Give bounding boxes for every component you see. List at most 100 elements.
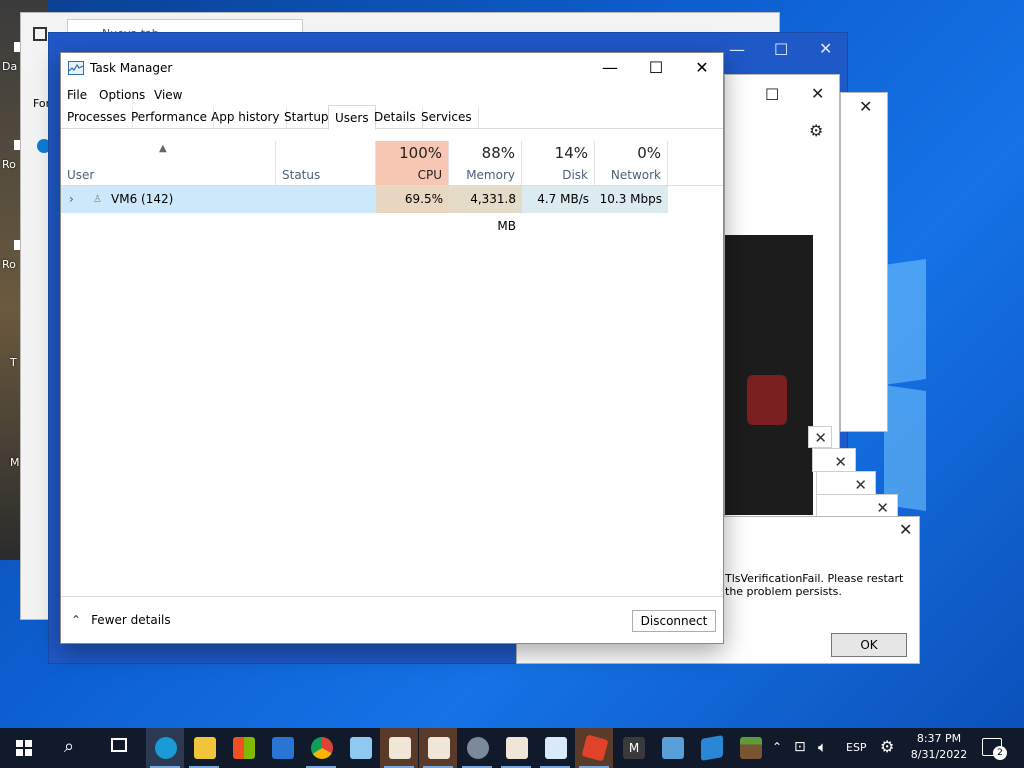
desktop-icon-label[interactable]: T (10, 356, 17, 369)
search-button[interactable]: ⌕ (52, 728, 90, 768)
chrome-icon (311, 737, 333, 759)
taskbar-store[interactable] (224, 728, 262, 768)
column-network[interactable]: 0% Network (595, 141, 668, 185)
network-total-percent: 0% (637, 144, 661, 162)
disk-total-percent: 14% (554, 144, 588, 162)
column-disk[interactable]: 14% Disk (522, 141, 595, 185)
column-memory-label: Memory (466, 168, 515, 182)
error-dialog-stacked[interactable]: ✕ (812, 448, 856, 472)
remote-desktop-icon (701, 735, 723, 761)
error-dialog-stacked[interactable]: ✕ (816, 471, 876, 495)
network-icon[interactable]: ⊡ (794, 739, 806, 768)
close-icon[interactable]: ✕ (811, 86, 824, 102)
column-status[interactable]: Status (276, 141, 376, 185)
error-message: the problem persists. (725, 585, 842, 598)
taskbar-task-manager[interactable] (536, 728, 574, 768)
column-memory[interactable]: 88% Memory (449, 141, 522, 185)
start-button[interactable] (4, 728, 42, 768)
edge-icon (155, 737, 177, 759)
error-dialog-stacked[interactable]: ✕ (808, 426, 832, 448)
taskbar-control-panel[interactable] (653, 728, 691, 768)
task-manager-icon (68, 61, 84, 75)
table-row[interactable]: › ♙ VM6 (142) 69.5% 4,331.8 MB 4.7 MB/s … (61, 186, 723, 233)
task-view-button[interactable] (100, 728, 138, 768)
close-icon[interactable]: ✕ (819, 41, 832, 57)
cpu-total-percent: 100% (399, 144, 442, 162)
desktop-icon-label[interactable]: Ro (2, 158, 16, 171)
control-panel-icon (662, 737, 684, 759)
memory-cell: 4,331.8 MB (449, 186, 522, 233)
close-icon[interactable]: ✕ (876, 499, 889, 517)
close-icon[interactable]: ✕ (834, 453, 847, 471)
background-window-edge[interactable]: ✕ (840, 92, 888, 432)
tab-processes[interactable]: Processes (61, 107, 134, 129)
column-user[interactable]: ▲ User (61, 141, 276, 185)
taskbar-settings[interactable] (458, 728, 496, 768)
error-message: TlsVerificationFail. Please restart (725, 572, 904, 585)
gear-icon[interactable]: ⚙ (880, 737, 894, 768)
column-user-label: User (67, 168, 95, 182)
close-icon[interactable]: ✕ (814, 429, 827, 447)
taskbar-mail[interactable] (263, 728, 301, 768)
disconnect-button[interactable]: Disconnect (632, 610, 716, 632)
desktop-icon-label[interactable]: M (10, 456, 20, 469)
task-manager-icon (545, 737, 567, 759)
title-bar[interactable]: Task Manager — ☐ ✕ (61, 53, 723, 85)
java-icon (506, 737, 528, 759)
maximize-icon[interactable]: ☐ (774, 42, 788, 58)
fewer-details-link[interactable]: ⌃ Fewer details (71, 613, 171, 627)
gear-icon[interactable]: ⚙ (809, 123, 823, 139)
user-icon: ♙ (93, 194, 102, 205)
close-icon[interactable]: ✕ (854, 476, 867, 494)
tab-services[interactable]: Services (415, 107, 479, 129)
clock[interactable]: 8:37 PM 8/31/2022 (908, 732, 970, 768)
taskbar-remote-desktop[interactable] (692, 728, 730, 768)
clock-date: 8/31/2022 (910, 748, 968, 761)
tab-startup[interactable]: Startup (278, 107, 336, 129)
notification-count-badge: 2 (993, 746, 1007, 760)
menu-options[interactable]: Options (93, 85, 151, 105)
taskbar-edge[interactable] (146, 728, 184, 768)
taskbar-chrome[interactable] (302, 728, 340, 768)
task-manager-window[interactable]: Task Manager — ☐ ✕ File Options View Pro… (60, 52, 724, 644)
notification-center-icon[interactable]: 2 (982, 738, 1007, 760)
column-status-label: Status (282, 168, 321, 182)
minecraft-icon (740, 737, 762, 759)
close-icon[interactable]: ✕ (899, 522, 912, 538)
taskbar-minecraft[interactable] (731, 728, 769, 768)
taskbar-java[interactable] (380, 728, 418, 768)
minimize-button[interactable]: — (587, 53, 633, 83)
desktop-icon-label[interactable]: Ro (2, 258, 16, 271)
taskbar-roblox[interactable] (575, 728, 613, 768)
sort-up-icon: ▲ (159, 143, 167, 154)
taskbar-java[interactable] (497, 728, 535, 768)
taskbar-m-app[interactable]: M (614, 728, 652, 768)
footer: ⌃ Fewer details Disconnect (61, 596, 723, 643)
taskbar-java[interactable] (419, 728, 457, 768)
tab-app-history[interactable]: App history (205, 107, 287, 129)
language-indicator[interactable]: ESP (846, 741, 867, 768)
task-view-icon (111, 738, 127, 752)
column-disk-label: Disk (562, 168, 588, 182)
ok-button[interactable]: OK (831, 633, 907, 657)
error-dialog-stacked[interactable]: ✕ (816, 494, 898, 518)
expand-chevron-icon[interactable]: › (69, 186, 74, 213)
show-hidden-icons-chevron-icon[interactable]: ⌃ (772, 740, 782, 768)
desktop-icon-label[interactable]: Da (2, 60, 17, 73)
column-network-label: Network (610, 168, 661, 182)
close-button[interactable]: ✕ (679, 53, 725, 83)
menu-file[interactable]: File (61, 85, 93, 105)
minimize-icon[interactable]: — (729, 42, 745, 58)
taskbar-file-explorer[interactable] (185, 728, 223, 768)
tab-list-icon[interactable] (33, 27, 47, 41)
tab-performance[interactable]: Performance (125, 107, 215, 129)
settings-icon (467, 737, 489, 759)
cpu-cell: 69.5% (376, 186, 449, 213)
maximize-icon[interactable]: ☐ (765, 87, 779, 103)
maximize-button[interactable]: ☐ (633, 53, 679, 83)
taskbar-notepad[interactable] (341, 728, 379, 768)
column-cpu[interactable]: 100% CPU (376, 141, 449, 185)
close-icon[interactable]: ✕ (859, 99, 872, 115)
volume-icon[interactable]: 🔈︎ (818, 738, 827, 768)
menu-view[interactable]: View (148, 85, 188, 105)
